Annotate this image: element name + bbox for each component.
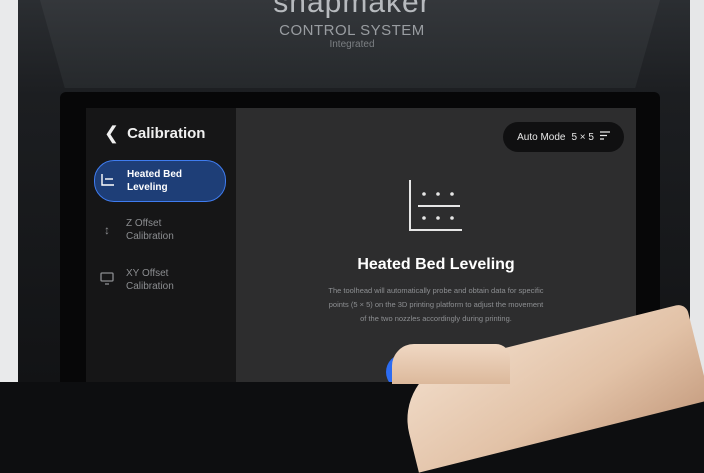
- brand-subtitle-integrated: Integrated: [329, 39, 375, 50]
- page-title: Calibration: [127, 124, 206, 142]
- sidebar-item-z-offset-calibration[interactable]: ↕ Z Offset Calibration: [94, 210, 224, 250]
- sidebar-item-label: XY Offset Calibration: [126, 268, 174, 292]
- chevron-left-icon: ❮: [104, 123, 120, 143]
- sort-icon: [600, 131, 610, 143]
- sidebar: ❮ Calibration Heated Bed Leveling ↕ Z Of…: [86, 108, 236, 382]
- back-button[interactable]: ❮ Calibration: [104, 124, 205, 142]
- z-offset-icon: ↕: [104, 222, 110, 237]
- brand-subtitle: CONTROL SYSTEM: [279, 22, 425, 39]
- mode-value: 5 × 5: [571, 131, 594, 143]
- background-wall-right: [690, 0, 704, 382]
- sidebar-item-heated-bed-leveling[interactable]: Heated Bed Leveling: [94, 160, 226, 202]
- background-wall-left: [0, 0, 18, 382]
- sidebar-item-label: Z Offset Calibration: [126, 218, 174, 242]
- photo-scene: snapmaker CONTROL SYSTEM Integrated ❮ Ca…: [0, 0, 704, 473]
- content-description: The toolhead will automatically probe an…: [328, 286, 544, 323]
- monitor-icon: [94, 272, 120, 288]
- grid-dots-icon: [409, 180, 462, 231]
- auto-mode-selector[interactable]: Auto Mode 5 × 5: [503, 122, 624, 152]
- sidebar-item-xy-offset-calibration[interactable]: XY Offset Calibration: [94, 260, 224, 300]
- user-finger: [392, 344, 510, 384]
- mode-label: Auto Mode: [517, 131, 566, 143]
- brand-logo: snapmaker: [273, 0, 431, 19]
- content-title: Heated Bed Leveling: [357, 256, 515, 273]
- sidebar-item-label: Heated Bed Leveling: [127, 169, 183, 193]
- bed-leveling-icon: [95, 173, 121, 189]
